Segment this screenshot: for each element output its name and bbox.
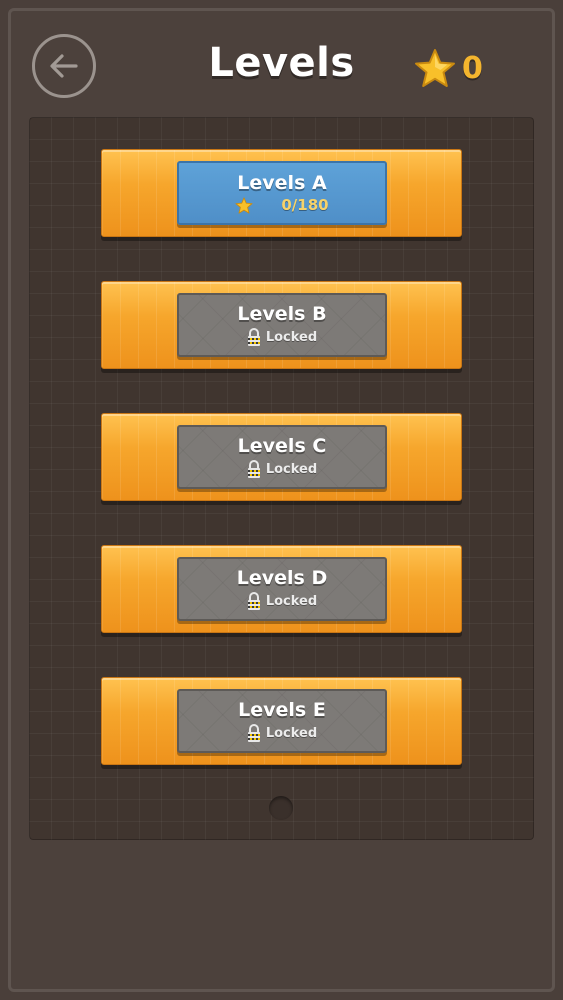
star-counter: 0 <box>414 46 483 90</box>
level-pack-c-button[interactable]: Levels C Locked <box>177 425 387 489</box>
page-indicator-dot[interactable] <box>269 796 293 820</box>
padlock-icon <box>247 592 260 610</box>
padlock-icon <box>247 724 260 742</box>
level-pack-a-button[interactable]: Levels A 0/180 <box>177 161 387 225</box>
level-pack-d[interactable]: Levels D Locked <box>101 545 462 633</box>
level-pack-title: Levels A <box>237 172 327 194</box>
level-pack-title: Levels C <box>237 435 327 457</box>
level-pack-c[interactable]: Levels C Locked <box>101 413 462 501</box>
level-pack-e[interactable]: Levels E Locked <box>101 677 462 765</box>
level-pack-d-button[interactable]: Levels D Locked <box>177 557 387 621</box>
locked-label: Locked <box>265 725 318 741</box>
star-icon <box>235 196 253 214</box>
level-pack-progress: 0/180 <box>281 196 329 214</box>
level-pack-title: Levels B <box>237 303 327 325</box>
star-icon <box>415 49 455 87</box>
locked-label: Locked <box>265 593 318 609</box>
level-pack-title: Levels E <box>238 699 326 721</box>
level-pack-a[interactable]: Levels A 0/180 <box>101 149 462 237</box>
star-count: 0 <box>462 50 483 86</box>
padlock-icon <box>247 460 260 478</box>
level-pack-b-button[interactable]: Levels B Locked <box>177 293 387 357</box>
level-pack-e-button[interactable]: Levels E Locked <box>177 689 387 753</box>
padlock-icon <box>247 328 260 346</box>
level-pack-title: Levels D <box>236 567 328 589</box>
locked-label: Locked <box>265 329 318 345</box>
level-pack-b[interactable]: Levels B Locked <box>101 281 462 369</box>
locked-label: Locked <box>265 461 318 477</box>
